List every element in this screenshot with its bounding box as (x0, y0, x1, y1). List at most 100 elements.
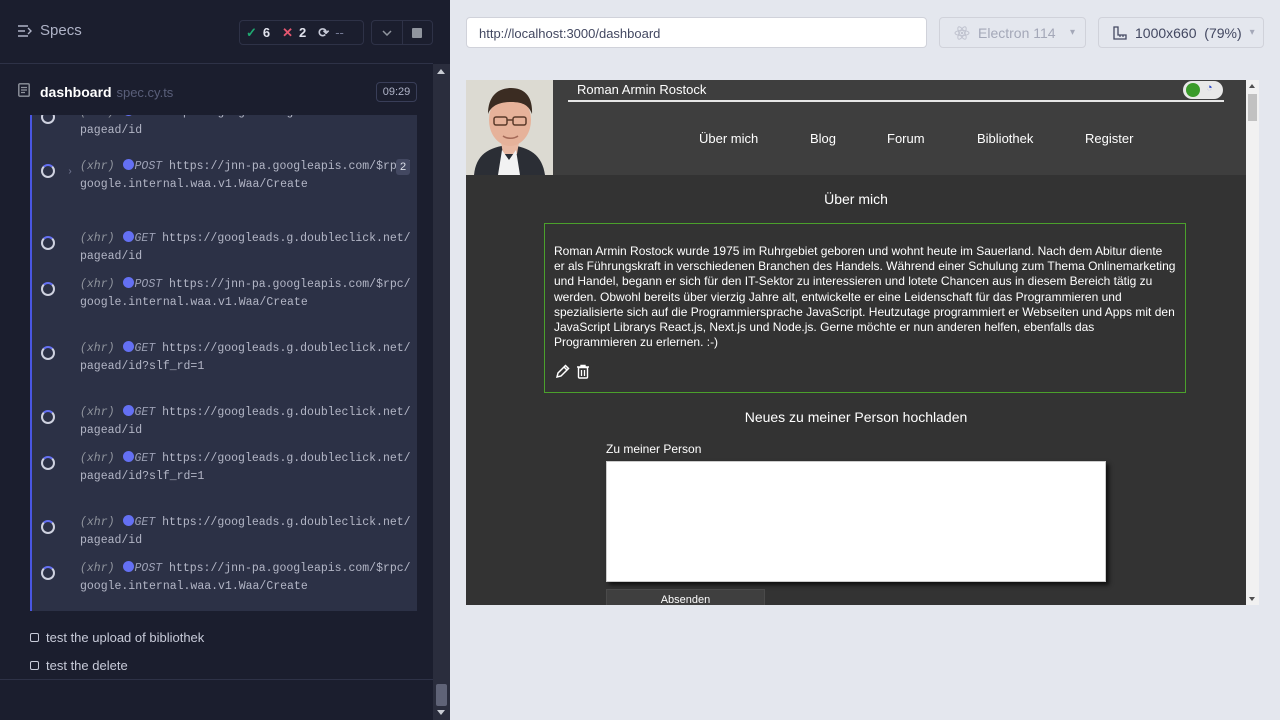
command-type: (xhr) (80, 160, 115, 173)
scroll-down-arrow-icon[interactable] (437, 710, 445, 715)
options-dropdown-button[interactable] (372, 21, 403, 44)
chevron-down-icon: ▾ (1249, 27, 1255, 38)
nav-link-blog[interactable]: Blog (810, 131, 836, 146)
viewport-zoom: (79%) (1204, 24, 1242, 41)
electron-icon (954, 25, 970, 40)
stop-button[interactable] (403, 21, 433, 44)
specs-toggle-button[interactable]: Specs (18, 22, 82, 39)
specs-label: Specs (40, 22, 82, 39)
chevron-down-icon (382, 29, 392, 36)
edit-pencil-icon[interactable] (555, 364, 570, 379)
scroll-up-arrow-icon[interactable] (437, 69, 445, 74)
scroll-thumb[interactable] (1248, 94, 1257, 121)
scroll-up-arrow-icon[interactable] (1249, 84, 1255, 88)
runner-scrollbar[interactable] (433, 64, 450, 720)
spec-name-text: dashboard (40, 84, 112, 100)
check-icon: ✓ (246, 24, 257, 40)
request-status-dot (122, 231, 134, 242)
expand-caret-icon[interactable]: › (67, 164, 73, 182)
loading-spinner-icon (41, 410, 55, 424)
pending-stat: ⟳ -- (312, 25, 350, 41)
command-type: (xhr) (80, 115, 115, 119)
document-icon (18, 83, 30, 97)
test-status-icon (30, 661, 39, 670)
trash-icon[interactable] (576, 364, 590, 379)
loading-spinner-icon (41, 282, 55, 296)
header-divider (568, 100, 1224, 102)
command-type: (xhr) (80, 278, 115, 291)
loading-spinner-icon (41, 456, 55, 470)
runner-header: Specs ✓ 6 ✕ 2 ⟳ -- (0, 0, 433, 64)
person-textarea[interactable] (606, 461, 1106, 582)
avatar-image (466, 80, 553, 175)
request-status-dot (122, 115, 134, 116)
loading-spinner-icon (41, 164, 55, 178)
command-log-item[interactable]: (xhr)GET https://googleads.g.doubleclick… (32, 514, 417, 550)
cypress-runner-panel: Specs ✓ 6 ✕ 2 ⟳ -- dashboard spec.cy.ts 09:… (0, 0, 450, 720)
test-title: test the delete (46, 658, 128, 673)
command-log-item[interactable]: (xhr)GET https://googleads.g.doubleclick… (32, 404, 417, 440)
nav-link-ueber-mich[interactable]: Über mich (699, 131, 758, 146)
command-type: (xhr) (80, 562, 115, 575)
loading-spinner-icon (41, 520, 55, 534)
pending-count: -- (335, 25, 344, 40)
loading-spinner-icon (41, 566, 55, 580)
nav-link-register[interactable]: Register (1085, 131, 1133, 146)
request-url: https://googleads.g.doubleclick.net/page… (80, 115, 411, 137)
command-type: (xhr) (80, 342, 115, 355)
test-item-upload[interactable]: test the upload of bibliothek (30, 630, 204, 645)
ruler-icon (1113, 25, 1127, 40)
scroll-down-arrow-icon[interactable] (1249, 597, 1255, 601)
command-log-item[interactable]: (xhr)GET https://googleads.g.doubleclick… (32, 230, 417, 266)
command-log-item[interactable]: › (xhr) POST https://jnn-pa.googleapis.com… (32, 158, 417, 194)
test-stats: ✓ 6 ✕ 2 ⟳ -- (239, 20, 364, 45)
command-log-item[interactable]: (xhr)GET https://googleads.g.doubleclick… (32, 450, 417, 486)
submit-button[interactable]: Absenden (606, 589, 765, 605)
about-actions (555, 364, 590, 379)
runner-controls (371, 20, 433, 45)
request-status-dot (122, 561, 134, 572)
request-status-dot (122, 159, 134, 170)
person-field-label: Zu meiner Person (606, 442, 702, 456)
request-status-dot (122, 277, 134, 288)
profile-photo (466, 80, 553, 175)
command-log-item[interactable]: (xhr) POST https://jnn-pa.googleapis.com/… (32, 276, 417, 312)
theme-toggle[interactable]: ◔ (1183, 81, 1223, 99)
url-bar[interactable]: http://localhost:3000/dashboard (466, 17, 927, 48)
command-log-item[interactable]: (xhr) POST https://jnn-pa.googleapis.com/… (32, 560, 417, 596)
passed-stat: ✓ 6 (240, 25, 276, 41)
about-heading: Über mich (824, 191, 888, 207)
site-name[interactable]: Roman Armin Rostock (577, 82, 706, 97)
request-method: POST (134, 160, 170, 173)
loading-spinner-icon (41, 115, 55, 124)
about-text: Roman Armin Rostock wurde 1975 im Ruhrge… (554, 244, 1176, 350)
nav-link-bibliothek[interactable]: Bibliothek (977, 131, 1033, 146)
command-type: (xhr) (80, 516, 115, 529)
command-log-item[interactable]: (xhr)GET https://googleads.g.doubleclick… (32, 340, 417, 376)
about-card: Roman Armin Rostock wurde 1975 im Ruhrge… (544, 223, 1186, 393)
test-item-delete[interactable]: test the delete (30, 658, 128, 673)
spec-ext: spec.cy.ts (116, 85, 174, 100)
menu-icon (18, 24, 32, 37)
loading-spinner-icon (41, 346, 55, 360)
nav-link-forum[interactable]: Forum (887, 131, 925, 146)
request-method: GET (134, 406, 163, 419)
site-navbar: Roman Armin Rostock ◔ Über mich Blog For… (466, 80, 1246, 175)
request-status-dot (122, 405, 134, 416)
loading-spinner-icon (41, 236, 55, 250)
viewport-selector[interactable]: 1000x660 (79%) ▾ (1098, 17, 1264, 48)
request-status-dot (122, 451, 134, 462)
request-method: GET (134, 232, 163, 245)
browser-selector[interactable]: Electron 114 ▾ (939, 17, 1086, 48)
viewport-label: 1000x660 (79%) (1135, 25, 1242, 41)
scroll-thumb[interactable] (436, 684, 447, 706)
app-under-test-frame: Roman Armin Rostock ◔ Über mich Blog For… (466, 80, 1259, 605)
app-scrollbar[interactable] (1246, 80, 1259, 605)
toggle-knob (1186, 83, 1200, 97)
spec-name[interactable]: dashboard spec.cy.ts (40, 84, 173, 100)
command-type: (xhr) (80, 406, 115, 419)
divider (0, 679, 433, 680)
command-log[interactable]: (xhr) GET https://googleads.g.doubleclick… (30, 115, 417, 611)
command-log-item[interactable]: (xhr)GET https://googleads.g.doubleclick… (32, 115, 417, 140)
request-method: POST (134, 278, 170, 291)
